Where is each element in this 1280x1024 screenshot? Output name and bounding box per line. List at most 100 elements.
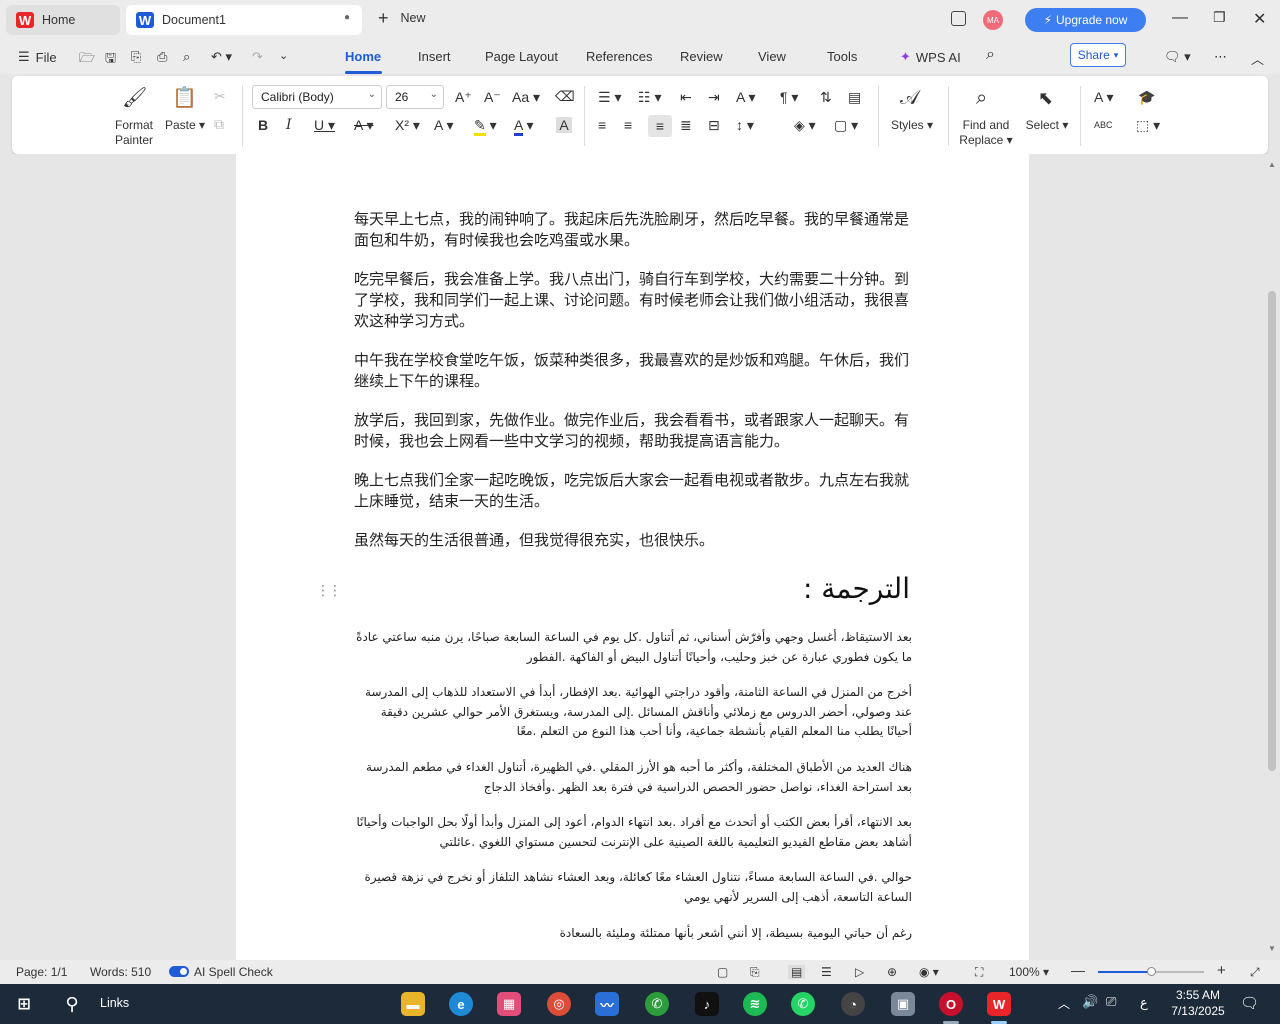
scrollbar-thumb[interactable] [1268,291,1276,771]
open-folder-icon[interactable]: 🗁 [79,49,95,71]
show-hidden-icons-icon[interactable]: ︿ [1058,995,1070,1012]
increase-font-icon[interactable]: A⁺ [455,89,472,105]
fit-page-icon[interactable]: ⛶ [975,965,983,980]
find-icon[interactable]: ⌕ [976,88,987,108]
arabic-paragraph-6[interactable]: رغم أن حياتي اليومية بسيطة، إلا أنني أشع… [352,924,912,944]
tab-insert[interactable]: Insert [418,49,451,64]
page-count[interactable]: Page: 1/1 [16,965,67,979]
clear-formatting-icon[interactable]: ⌫ [555,88,575,104]
chinese-paragraph-6[interactable]: 虽然每天的生活很普通，但我觉得很充实，也很快乐。 [354,530,914,551]
underline-icon[interactable]: U ▾ [314,117,335,133]
minimize-icon[interactable]: — [1172,9,1188,27]
stocks-app-icon[interactable]: 〰 [595,992,619,1016]
print-preview-icon[interactable]: ⌕ [183,49,190,65]
speed-test-icon[interactable]: ◔ [841,992,865,1016]
opera-icon[interactable]: O [939,992,963,1016]
decrease-font-icon[interactable]: A⁻ [484,89,501,105]
character-shading-icon[interactable]: A [556,117,572,133]
wps-office-icon[interactable]: W [987,992,1011,1016]
print-layout-icon[interactable]: ▤ [788,965,806,979]
close-icon[interactable]: ✕ [1253,9,1266,29]
edge-browser-icon[interactable]: e [449,992,473,1016]
spotify-icon[interactable]: ≋ [743,992,767,1016]
decrease-indent-icon[interactable]: ⇤ [680,89,692,105]
avatar[interactable]: MA [983,10,1003,30]
arabic-paragraph-4[interactable]: بعد الانتهاء، أقرأ بعض الكتب أو أتحدث مع… [352,813,912,852]
undo-icon[interactable]: ↶ ▾ [211,49,232,65]
drag-handle-icon[interactable]: ⋮⋮ [316,582,342,599]
arabic-heading[interactable]: الترجمة : [803,572,910,605]
zoom-out-icon[interactable]: — [1071,962,1085,978]
bullets-icon[interactable]: ☰ ▾ [598,89,621,105]
asian-layout-icon[interactable]: A ▾ [736,89,755,105]
wps-ai-button[interactable]: ✦ WPS AI [900,49,961,65]
microsoft-store-icon[interactable]: ▦ [497,992,521,1016]
tab-home[interactable]: W Home [6,5,120,35]
spell-check-toggle[interactable]: AI Spell Check [169,965,273,979]
search-icon[interactable]: ⌕ [986,46,995,64]
volume-icon[interactable]: 🔊 [1082,994,1098,1010]
borders-icon[interactable]: ▢ ▾ [834,117,858,133]
word-count[interactable]: Words: 510 [90,965,151,979]
arabic-paragraph-3[interactable]: هناك العديد من الأطباق المختلفة، وأكثر م… [352,758,912,797]
cursor-icon[interactable]: ⬉ [1038,89,1053,107]
zoom-in-icon[interactable]: + [1217,962,1226,979]
taskbar-clock[interactable]: 3:55 AM 7/13/2025 [1168,987,1228,1019]
tab-document[interactable]: W Document1 ● [126,5,362,35]
scroll-up-icon[interactable]: ▲ [1268,160,1276,169]
fullscreen-icon[interactable]: ⤢ [1250,965,1260,980]
arabic-paragraph-5[interactable]: حوالي .في الساعة السابعة مساءً، نتناول ا… [352,868,912,907]
tab-view[interactable]: View [758,49,786,64]
align-left-icon[interactable]: ≡ [598,117,606,133]
tab-page-layout[interactable]: Page Layout [485,49,558,64]
numbering-icon[interactable]: ☷ ▾ [638,89,661,105]
tab-home-ribbon[interactable]: Home [345,49,381,64]
highlight-icon[interactable]: ✎ ▾ [474,117,497,136]
table-borders-icon[interactable]: ▤ [848,89,861,105]
notifications-icon[interactable]: 🗨 [1240,994,1259,1012]
select-button[interactable]: Select ▾ [1024,118,1070,133]
chinese-paragraph-1[interactable]: 每天早上七点，我的闹钟响了。我起床后先洗脸刷牙，然后吃早餐。我的早餐通常是面包和… [354,209,914,251]
zoom-level[interactable]: 100% ▾ [1009,965,1049,979]
file-explorer-icon[interactable]: ▬ [401,992,425,1016]
outline-view-icon[interactable]: ☰ [821,965,832,979]
chinese-paragraph-5[interactable]: 晚上七点我们全家一起吃晚饭，吃完饭后大家会一起看电视或者散步。九点左右我就上床睡… [354,470,914,512]
tab-references[interactable]: References [586,49,652,64]
format-painter-icon[interactable]: 🖌 [122,88,147,108]
chinese-paragraph-3[interactable]: 中午我在学校食堂吃午饭，饭菜种类很多，我最喜欢的是炒饭和鸡腿。午休后，我们继续上… [354,350,914,392]
align-center-icon[interactable]: ≡ [624,117,632,133]
web-layout-icon[interactable]: ⎘ [750,965,760,980]
export-icon[interactable]: ⎘ [131,49,141,65]
search-icon[interactable]: ⚲ [60,992,84,1016]
text-effects-icon[interactable]: A ▾ [434,117,453,133]
chinese-paragraph-4[interactable]: 放学后，我回到家，先做作业。做完作业后，我会看看书，或者跟家人一起聊天。有时候，… [354,410,914,452]
document-page[interactable]: 每天早上七点，我的闹钟响了。我起床后先洗脸刷牙，然后吃早餐。我的早餐通常是面包和… [236,154,1029,960]
font-color-icon[interactable]: A ▾ [514,117,534,136]
network-icon[interactable]: ⎚ [1106,994,1116,1010]
redo-icon[interactable]: ↷ [252,49,263,65]
spell-check-icon[interactable]: ABC [1094,117,1113,133]
zoom-slider-knob[interactable] [1147,967,1156,976]
line-spacing-icon[interactable]: ↕ ▾ [736,117,754,133]
format-painter-button[interactable]: Format Painter [110,118,158,148]
graduation-cap-icon[interactable]: 🎓 [1138,89,1155,105]
tiktok-icon[interactable]: ♪ [695,992,719,1016]
font-size-select[interactable]: 26 ⌄ [386,85,444,109]
superscript-icon[interactable]: X² ▾ [395,117,420,133]
tab-review[interactable]: Review [680,49,723,64]
styles-icon[interactable]: 𝒜 [900,88,919,108]
new-tab-button[interactable]: + New [378,9,426,27]
play-icon[interactable]: ▷ [855,965,864,979]
italic-icon[interactable]: I [286,117,292,133]
increase-indent-icon[interactable]: ⇥ [708,89,720,105]
more-chevron-icon[interactable]: ⌄ [279,49,288,62]
save-icon[interactable]: 🖫 [105,49,116,71]
cut-icon[interactable]: ✂ [214,88,226,104]
more-options-icon[interactable]: ⋯ [1214,49,1227,65]
read-mode-icon[interactable]: ▢ [717,965,728,979]
text-direction-icon[interactable]: A ▾ [1094,89,1113,105]
photos-icon[interactable]: ▣ [891,992,915,1016]
unsaved-dot-icon[interactable]: ● [344,12,350,23]
chinese-paragraph-2[interactable]: 吃完早餐后，我会准备上学。我八点出门，骑自行车到学校，大约需要二十分钟。到了学校… [354,269,914,332]
bold-icon[interactable]: B [258,117,268,133]
